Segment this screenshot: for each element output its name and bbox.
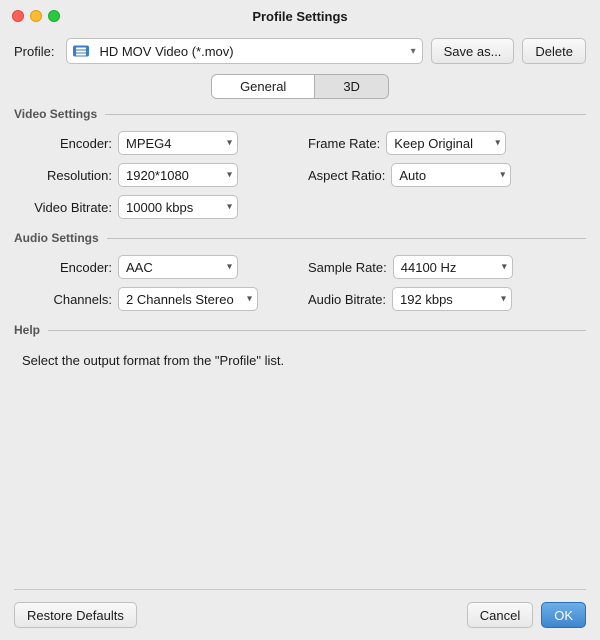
close-button[interactable] (12, 10, 24, 22)
encoder-label: Encoder: (22, 136, 112, 151)
audio-encoder-row: Encoder: AAC (22, 255, 292, 279)
tabs-container: General 3D (0, 74, 600, 99)
audio-encoder-select[interactable]: AAC (118, 255, 238, 279)
video-section-header: Video Settings (14, 107, 586, 121)
audio-section-divider (107, 238, 586, 239)
tab-general[interactable]: General (212, 75, 315, 98)
audio-encoder-label: Encoder: (22, 260, 112, 275)
title-bar: Profile Settings (0, 0, 600, 32)
aspect-label: Aspect Ratio: (308, 168, 385, 183)
profile-icon (73, 46, 89, 57)
aspect-row: Aspect Ratio: Auto (308, 163, 578, 187)
tab-3d[interactable]: 3D (315, 75, 388, 98)
channels-select[interactable]: 2 Channels Stereo (118, 287, 258, 311)
framerate-select-wrapper: Keep Original (386, 131, 506, 155)
resolution-row: Resolution: 1920*1080 (22, 163, 292, 187)
channels-label: Channels: (22, 292, 112, 307)
help-section-header: Help (14, 323, 586, 337)
audio-section-title: Audio Settings (14, 231, 99, 245)
video-bitrate-label: Video Bitrate: (22, 200, 112, 215)
framerate-select[interactable]: Keep Original (386, 131, 506, 155)
help-section: Help Select the output format from the "… (14, 323, 586, 368)
help-section-title: Help (14, 323, 40, 337)
help-section-divider (48, 330, 586, 331)
audio-bitrate-select[interactable]: 192 kbps (392, 287, 512, 311)
channels-select-wrapper: 2 Channels Stereo (118, 287, 258, 311)
samplerate-label: Sample Rate: (308, 260, 387, 275)
framerate-label: Frame Rate: (308, 136, 380, 151)
encoder-select[interactable]: MPEG4 (118, 131, 238, 155)
traffic-lights (12, 10, 60, 22)
audio-form-grid: Encoder: AAC Sample Rate: 44100 Hz (14, 255, 586, 311)
bottom-divider (14, 589, 586, 590)
delete-button[interactable]: Delete (522, 38, 586, 64)
encoder-select-wrapper: MPEG4 (118, 131, 238, 155)
profile-chevron-icon: ▾ (411, 46, 416, 57)
video-bitrate-select[interactable]: 10000 kbps (118, 195, 238, 219)
samplerate-select-wrapper: 44100 Hz (393, 255, 513, 279)
video-bitrate-row: Video Bitrate: 10000 kbps (22, 195, 292, 219)
audio-bitrate-select-wrapper: 192 kbps (392, 287, 512, 311)
profile-label: Profile: (14, 44, 54, 59)
window-title: Profile Settings (252, 9, 347, 24)
audio-settings-section: Audio Settings Encoder: AAC Sample Rate: (14, 231, 586, 311)
resolution-select-wrapper: 1920*1080 (118, 163, 238, 187)
samplerate-select[interactable]: 44100 Hz (393, 255, 513, 279)
ok-button[interactable]: OK (541, 602, 586, 628)
help-text: Select the output format from the "Profi… (14, 347, 586, 368)
video-section-title: Video Settings (14, 107, 97, 121)
encoder-row: Encoder: MPEG4 (22, 131, 292, 155)
profile-settings-window: Profile Settings Profile: HD MOV Video (… (0, 0, 600, 640)
profile-dropdown[interactable]: HD MOV Video (*.mov) (73, 38, 408, 64)
resolution-select[interactable]: 1920*1080 (118, 163, 238, 187)
bottom-right-buttons: Cancel OK (467, 602, 586, 628)
minimize-button[interactable] (30, 10, 42, 22)
framerate-row: Frame Rate: Keep Original (308, 131, 578, 155)
video-section-divider (105, 114, 586, 115)
audio-encoder-select-wrapper: AAC (118, 255, 238, 279)
maximize-button[interactable] (48, 10, 60, 22)
toolbar: Profile: HD MOV Video (*.mov) ▾ Save as.… (0, 32, 600, 74)
bottom-bar: Restore Defaults Cancel OK (0, 594, 600, 640)
audio-bitrate-label: Audio Bitrate: (308, 292, 386, 307)
audio-section-header: Audio Settings (14, 231, 586, 245)
video-bitrate-select-wrapper: 10000 kbps (118, 195, 238, 219)
save-as-button[interactable]: Save as... (431, 38, 515, 64)
samplerate-row: Sample Rate: 44100 Hz (308, 255, 578, 279)
profile-select-container[interactable]: HD MOV Video (*.mov) ▾ (66, 38, 422, 64)
aspect-select-wrapper: Auto (391, 163, 511, 187)
audio-bitrate-row: Audio Bitrate: 192 kbps (308, 287, 578, 311)
video-settings-section: Video Settings Encoder: MPEG4 Frame Rate… (14, 107, 586, 219)
restore-defaults-button[interactable]: Restore Defaults (14, 602, 137, 628)
cancel-button[interactable]: Cancel (467, 602, 533, 628)
tab-group: General 3D (211, 74, 389, 99)
content-area: Video Settings Encoder: MPEG4 Frame Rate… (0, 107, 600, 589)
video-form-grid: Encoder: MPEG4 Frame Rate: Keep Original (14, 131, 586, 219)
resolution-label: Resolution: (22, 168, 112, 183)
channels-row: Channels: 2 Channels Stereo (22, 287, 292, 311)
aspect-select[interactable]: Auto (391, 163, 511, 187)
